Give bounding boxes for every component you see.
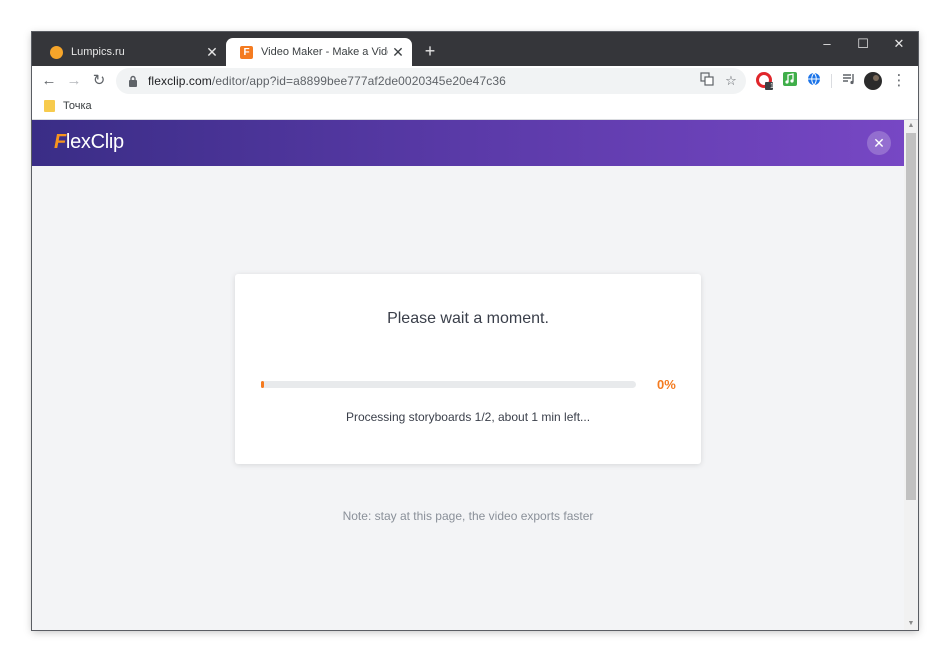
- flexclip-favicon-icon: F: [240, 45, 253, 59]
- url-host: flexclip.com: [148, 74, 212, 88]
- progress-percent: 0%: [657, 377, 676, 392]
- wait-title: Please wait a moment.: [387, 310, 549, 327]
- processing-status: Processing storyboards 1/2, about 1 min …: [345, 410, 591, 424]
- tab-title: Lumpics.ru: [71, 46, 125, 58]
- scrollbar-thumb[interactable]: [906, 133, 916, 500]
- tab-title: Video Maker - Make a Video for: [261, 46, 388, 58]
- app-header: FlexClip ✕: [32, 120, 904, 166]
- logo-wordmark: lexClip: [65, 131, 124, 153]
- scroll-down-arrow-icon[interactable]: ▼: [904, 618, 918, 630]
- extension-badge: 1: [770, 83, 774, 90]
- translate-icon[interactable]: [698, 72, 716, 90]
- browser-toolbar: ← → ↻ flexclip.com/editor/app?id=a8899be…: [32, 66, 918, 96]
- minimize-button[interactable]: –: [812, 36, 842, 51]
- tab-strip: Lumpics.ru ✕ F Video Maker - Make a Vide…: [32, 32, 918, 66]
- logo-f-mark: F: [54, 131, 66, 153]
- vpn-globe-icon[interactable]: [805, 72, 823, 90]
- scroll-up-arrow-icon[interactable]: ▲: [904, 120, 918, 132]
- forward-icon[interactable]: →: [65, 72, 83, 90]
- profile-avatar[interactable]: [864, 72, 882, 90]
- bookmarks-bar: Точка: [32, 96, 918, 120]
- media-playlist-icon[interactable]: [840, 72, 858, 90]
- tab-flexclip[interactable]: F Video Maker - Make a Video for ✕: [226, 38, 412, 66]
- progress-fill: [261, 381, 264, 388]
- lumpics-favicon-icon: [50, 45, 63, 59]
- page-scrollbar[interactable]: ▲ ▼: [904, 120, 918, 630]
- close-export-button[interactable]: ✕: [867, 131, 891, 155]
- address-bar[interactable]: flexclip.com/editor/app?id=a8899bee777af…: [116, 68, 746, 94]
- flexclip-logo[interactable]: FlexClip: [54, 131, 124, 154]
- url-text[interactable]: flexclip.com/editor/app?id=a8899bee777af…: [148, 74, 506, 88]
- export-progress-card: Please wait a moment. 0% Processing stor…: [235, 274, 701, 464]
- tab-lumpics[interactable]: Lumpics.ru ✕: [36, 38, 226, 66]
- browser-menu-icon[interactable]: ⋮: [890, 72, 908, 90]
- progress-track: [261, 381, 636, 388]
- folder-icon: [44, 100, 55, 112]
- music-extension-icon[interactable]: [781, 72, 799, 90]
- url-path: /editor/app?id=a8899bee777af2de0020345e2…: [211, 74, 506, 88]
- reload-icon[interactable]: ↻: [90, 72, 108, 90]
- bookmark-star-icon[interactable]: ☆: [722, 72, 740, 90]
- close-window-button[interactable]: ✕: [884, 36, 914, 52]
- close-tab-icon[interactable]: ✕: [202, 44, 222, 61]
- close-tab-icon[interactable]: ✕: [388, 44, 408, 61]
- bookmark-label: Точка: [63, 100, 92, 112]
- back-icon[interactable]: ←: [40, 72, 58, 90]
- maximize-button[interactable]: ☐: [848, 36, 878, 52]
- toolbar-divider: [831, 74, 832, 88]
- lock-icon[interactable]: [126, 73, 140, 89]
- new-tab-button[interactable]: +: [420, 41, 440, 62]
- page-viewport: FlexClip ✕ Please wait a moment. 0% Proc…: [32, 120, 918, 630]
- browser-window: Lumpics.ru ✕ F Video Maker - Make a Vide…: [32, 32, 918, 630]
- export-note: Note: stay at this page, the video expor…: [342, 509, 594, 523]
- bookmark-folder[interactable]: Точка: [44, 100, 92, 112]
